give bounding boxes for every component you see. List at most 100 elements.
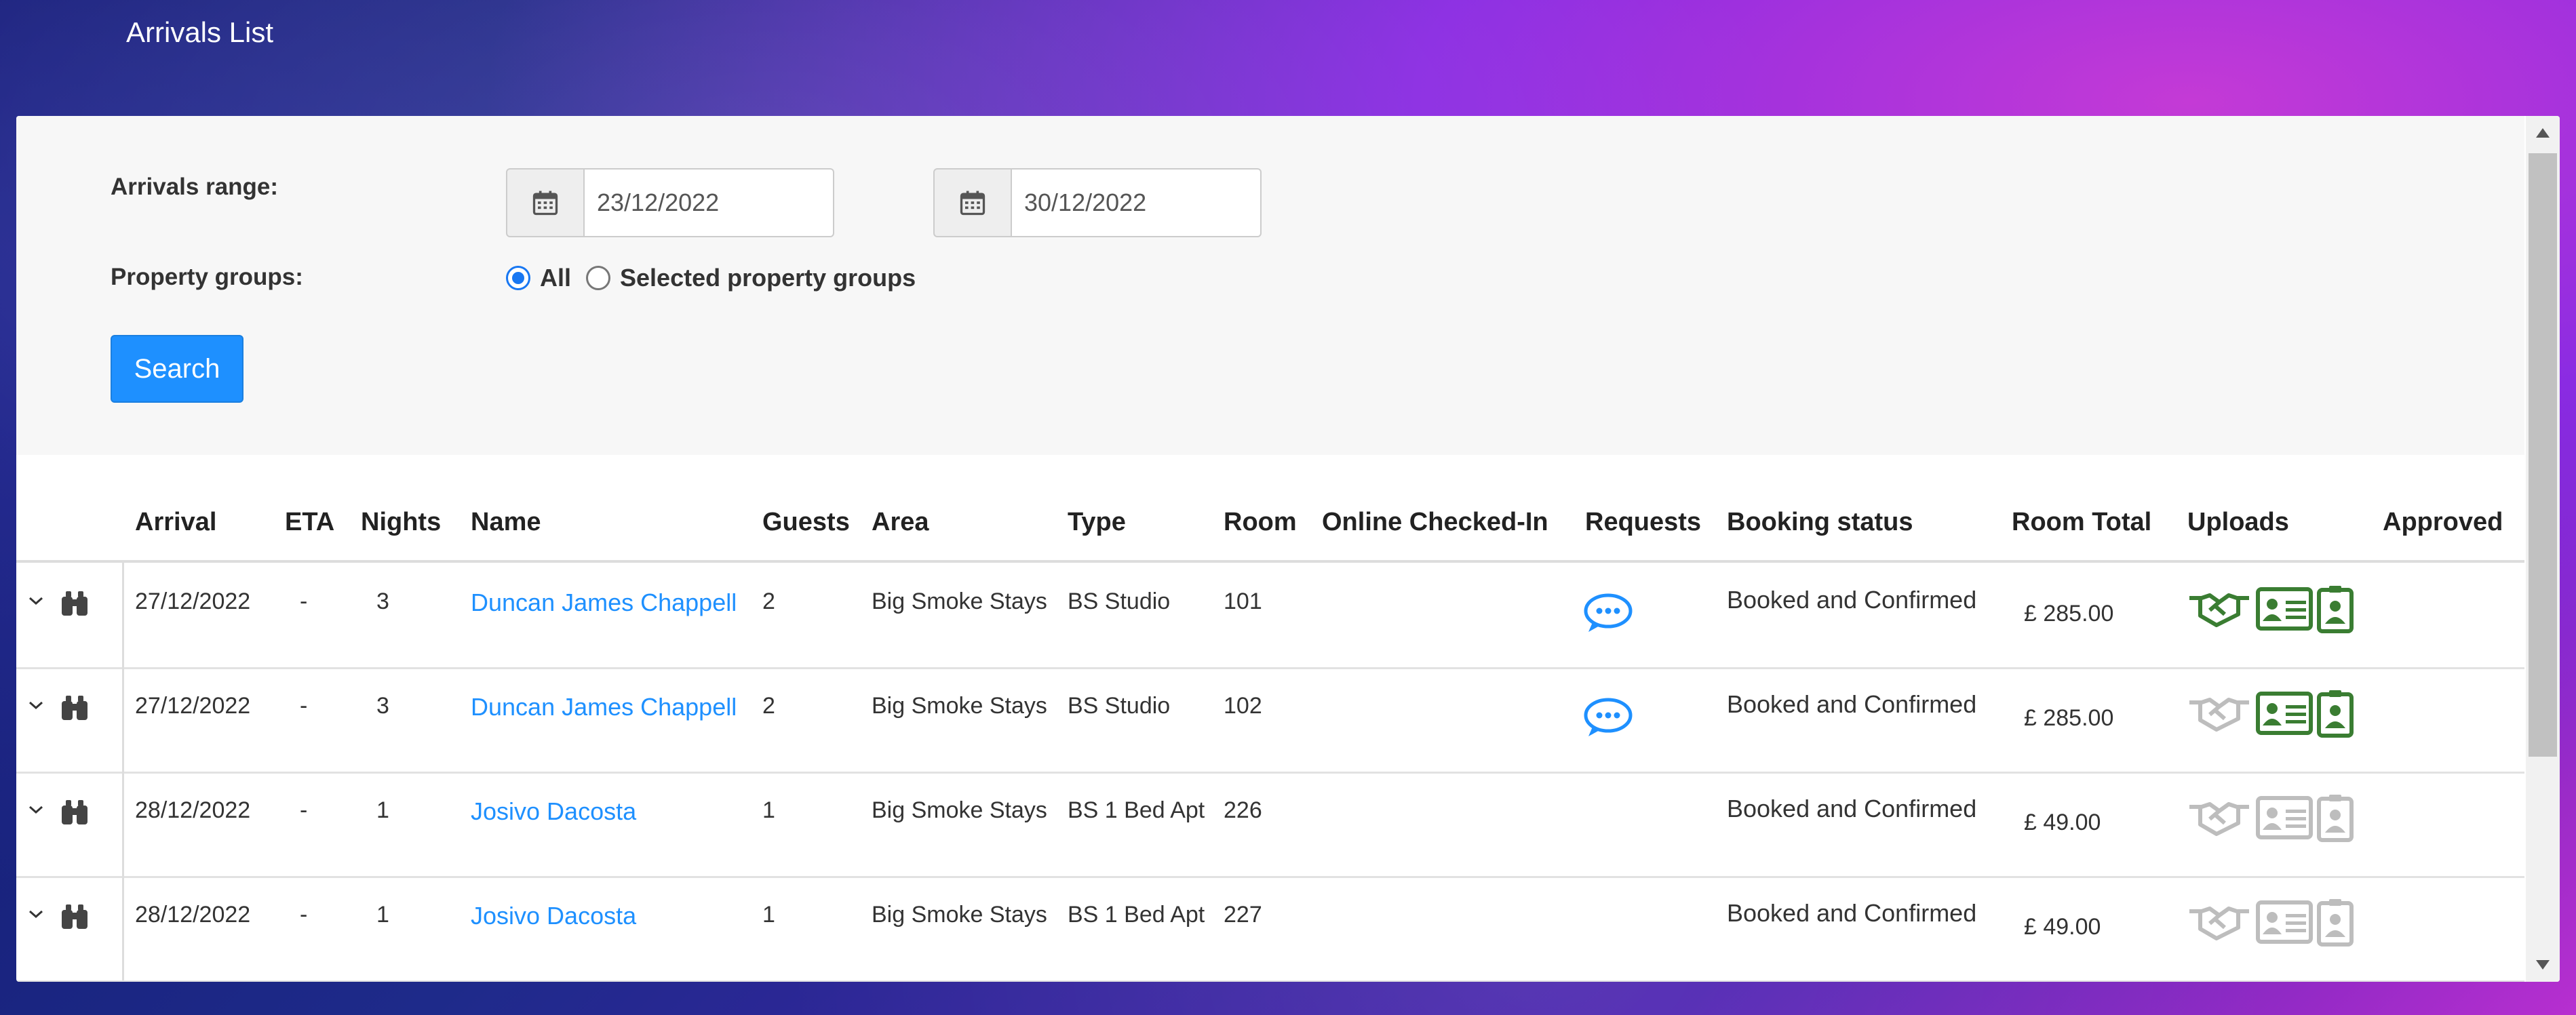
- col-header-room[interactable]: Room: [1224, 508, 1297, 537]
- filter-section: Arrivals range: Property groups: All Sel…: [16, 116, 2524, 455]
- chat-bubble-icon[interactable]: [1583, 593, 1633, 635]
- page-title: Arrivals List: [126, 16, 274, 48]
- arrivals-panel: Arrivals range: Property groups: All Sel…: [16, 116, 2560, 982]
- id-card-icon[interactable]: [2256, 587, 2313, 631]
- cell-room-total: £ 285.00: [2024, 601, 2114, 626]
- badge-icon[interactable]: [2317, 898, 2354, 947]
- cell-guests: 1: [762, 902, 775, 928]
- cell-room: 102: [1224, 693, 1262, 719]
- handshake-icon[interactable]: [2187, 902, 2252, 942]
- radio-selected-groups[interactable]: [586, 266, 611, 290]
- end-date-calendar-button[interactable]: [933, 168, 1012, 237]
- start-date-group: [506, 168, 834, 237]
- col-header-approved[interactable]: Approved: [2383, 508, 2503, 537]
- cell-room-total: £ 49.00: [2024, 810, 2101, 835]
- cell-type: BS 1 Bed Apt: [1068, 797, 1205, 823]
- id-card-icon[interactable]: [2256, 796, 2313, 839]
- property-groups-options: All Selected property groups: [506, 264, 916, 292]
- table-row[interactable]: 28/12/2022 - 1 Josivo Dacosta 1 Big Smok…: [16, 876, 2524, 982]
- property-groups-label: Property groups:: [111, 264, 303, 290]
- cell-type: BS Studio: [1068, 693, 1171, 719]
- col-header-guests[interactable]: Guests: [762, 508, 850, 537]
- col-header-eta[interactable]: ETA: [285, 508, 334, 537]
- cell-area: Big Smoke Stays: [872, 589, 1047, 614]
- cell-nights: 3: [376, 693, 389, 719]
- radio-selected-groups-label: Selected property groups: [620, 264, 916, 292]
- uploads-group: [2187, 689, 2354, 738]
- binoculars-icon[interactable]: [60, 799, 90, 826]
- handshake-icon[interactable]: [2187, 797, 2252, 838]
- col-header-nights[interactable]: Nights: [361, 508, 441, 537]
- row-divider: [122, 563, 124, 667]
- start-date-input[interactable]: [585, 168, 834, 237]
- cell-booking-status: Booked and Confirmed: [1727, 690, 1977, 718]
- cell-guests: 2: [762, 589, 775, 614]
- cell-eta: -: [300, 589, 308, 614]
- uploads-group: [2187, 793, 2354, 842]
- binoculars-icon[interactable]: [60, 590, 90, 617]
- cell-booking-status: Booked and Confirmed: [1727, 899, 1977, 927]
- handshake-icon[interactable]: [2187, 693, 2252, 734]
- cell-eta: -: [300, 797, 308, 823]
- cell-guests: 1: [762, 797, 775, 823]
- chat-bubble-icon[interactable]: [1583, 697, 1633, 739]
- calendar-icon: [960, 191, 985, 216]
- id-card-icon[interactable]: [2256, 900, 2313, 944]
- scroll-up-arrow[interactable]: [2536, 128, 2550, 138]
- scrollbar-thumb[interactable]: [2529, 153, 2557, 757]
- table-row[interactable]: 28/12/2022 - 1 Josivo Dacosta 1 Big Smok…: [16, 772, 2524, 878]
- cell-arrival: 28/12/2022: [135, 797, 251, 823]
- cell-nights: 1: [376, 902, 389, 928]
- row-divider: [122, 667, 124, 772]
- col-header-area[interactable]: Area: [872, 508, 929, 537]
- cell-room: 101: [1224, 589, 1262, 614]
- id-card-icon[interactable]: [2256, 692, 2313, 735]
- col-header-booking-status[interactable]: Booking status: [1727, 508, 1913, 537]
- col-header-type[interactable]: Type: [1068, 508, 1126, 537]
- col-header-uploads[interactable]: Uploads: [2187, 508, 2289, 537]
- cell-arrival: 27/12/2022: [135, 693, 251, 719]
- cell-room: 226: [1224, 797, 1262, 823]
- cell-eta: -: [300, 902, 308, 928]
- scroll-down-arrow[interactable]: [2536, 960, 2550, 970]
- binoculars-icon[interactable]: [60, 903, 90, 930]
- cell-room-total: £ 49.00: [2024, 914, 2101, 940]
- badge-icon[interactable]: [2317, 793, 2354, 842]
- cell-area: Big Smoke Stays: [872, 693, 1047, 719]
- chevron-down-icon[interactable]: [27, 803, 45, 816]
- end-date-input[interactable]: [1012, 168, 1262, 237]
- col-header-room-total[interactable]: Room Total: [2012, 508, 2151, 537]
- cell-guest-name-link[interactable]: Josivo Dacosta: [471, 902, 636, 930]
- table-row[interactable]: 27/12/2022 - 3 Duncan James Chappell 2 B…: [16, 563, 2524, 669]
- col-header-name[interactable]: Name: [471, 508, 541, 537]
- row-divider: [122, 772, 124, 876]
- cell-area: Big Smoke Stays: [872, 797, 1047, 823]
- cell-booking-status: Booked and Confirmed: [1727, 795, 1977, 822]
- table-row[interactable]: 27/12/2022 - 3 Duncan James Chappell 2 B…: [16, 667, 2524, 774]
- cell-arrival: 27/12/2022: [135, 589, 251, 614]
- chevron-down-icon[interactable]: [27, 907, 45, 921]
- col-header-arrival[interactable]: Arrival: [135, 508, 216, 537]
- binoculars-icon[interactable]: [60, 694, 90, 721]
- cell-room: 227: [1224, 902, 1262, 928]
- cell-nights: 3: [376, 589, 389, 614]
- col-header-requests[interactable]: Requests: [1585, 508, 1701, 537]
- calendar-icon: [532, 191, 558, 216]
- cell-guest-name-link[interactable]: Duncan James Chappell: [471, 693, 737, 721]
- cell-eta: -: [300, 693, 308, 719]
- handshake-icon[interactable]: [2187, 589, 2252, 629]
- search-button[interactable]: Search: [111, 335, 243, 403]
- badge-icon[interactable]: [2317, 584, 2354, 633]
- chevron-down-icon[interactable]: [27, 594, 45, 608]
- col-header-online-checked-in[interactable]: Online Checked-In: [1322, 508, 1548, 537]
- radio-all-label: All: [540, 264, 572, 292]
- badge-icon[interactable]: [2317, 689, 2354, 738]
- uploads-group: [2187, 898, 2354, 947]
- cell-guest-name-link[interactable]: Duncan James Chappell: [471, 589, 737, 617]
- chevron-down-icon[interactable]: [27, 698, 45, 712]
- vertical-scrollbar[interactable]: [2526, 116, 2560, 982]
- cell-booking-status: Booked and Confirmed: [1727, 586, 1977, 614]
- cell-guest-name-link[interactable]: Josivo Dacosta: [471, 797, 636, 826]
- start-date-calendar-button[interactable]: [506, 168, 585, 237]
- radio-all[interactable]: [506, 266, 530, 290]
